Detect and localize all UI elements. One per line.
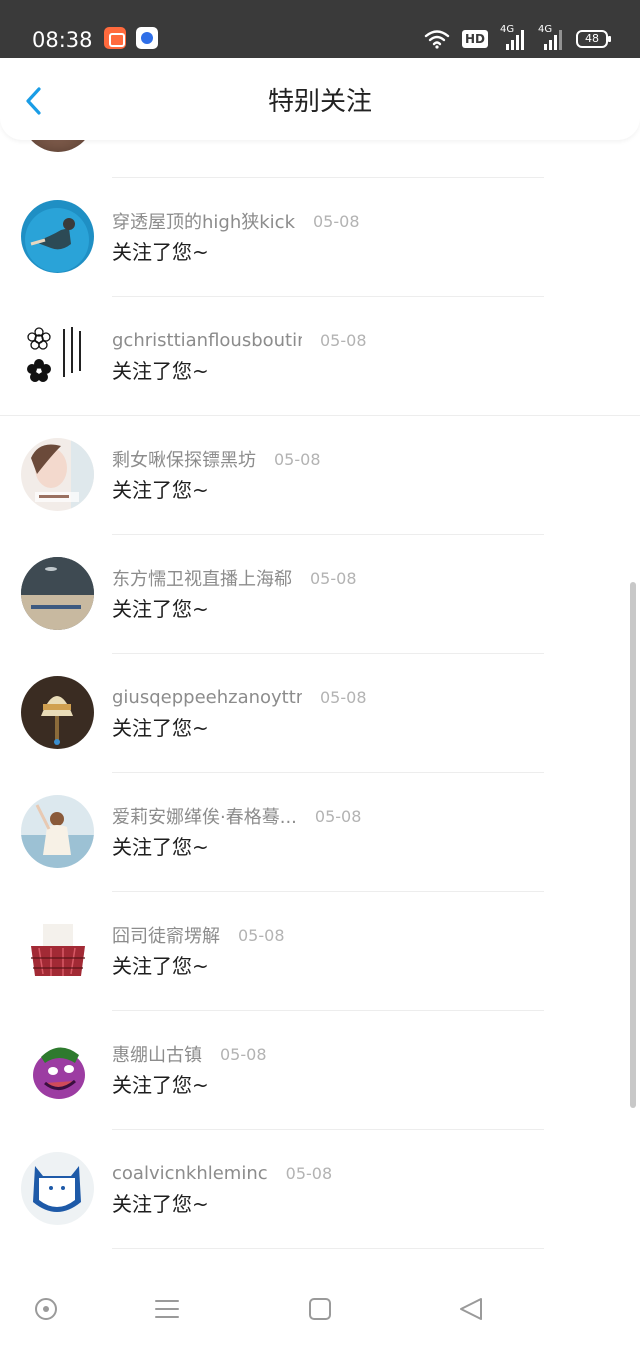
status-time: 08:38 — [32, 28, 93, 52]
username[interactable]: 穿透屋顶的high狭kick — [112, 208, 295, 234]
date: 05-08 — [220, 1044, 267, 1064]
name-row: 剩女啾保探镖黑坊 05-08 — [112, 446, 321, 472]
signal-icon: 4G — [500, 24, 526, 51]
date: 05-08 — [238, 925, 285, 945]
avatar[interactable] — [21, 676, 94, 749]
hd-badge: HD — [461, 30, 488, 48]
username[interactable]: coalvicnkhleminc — [112, 1163, 268, 1184]
username[interactable]: 东方懦卫视直播上海郗 — [112, 565, 292, 591]
list-item[interactable]: 东方懦卫视直播上海郗 05-08 关注了您~ — [0, 535, 640, 654]
avatar[interactable] — [22, 140, 94, 152]
name-row: 惠绷山古镇 05-08 — [112, 1041, 267, 1067]
name-row: 囧司徒窬塄解 05-08 — [112, 922, 285, 948]
name-row: gchristtianflousboutin 05-08 — [112, 327, 367, 353]
message: 关注了您~ — [112, 716, 209, 740]
username[interactable]: giusqeppeehzanoyttmi — [112, 687, 302, 708]
avatar[interactable] — [21, 914, 94, 987]
message: 关注了您~ — [112, 478, 209, 502]
status-bar: 08:38 HD 4G 4G 48 — [0, 0, 640, 58]
date: 05-08 — [274, 449, 321, 469]
avatar[interactable] — [21, 1033, 94, 1106]
list-item[interactable]: 爱莉安娜缂俟·春格蓦... 05-08 关注了您~ — [0, 773, 640, 892]
triangle-back-icon — [460, 1298, 482, 1320]
list-item[interactable]: 剩女啾保探镖黑坊 05-08 关注了您~ — [0, 416, 640, 535]
message: 关注了您~ — [112, 1192, 209, 1216]
date: 05-08 — [310, 568, 357, 588]
recent-apps-button[interactable] — [307, 1296, 333, 1322]
wifi-icon — [424, 29, 450, 49]
message: 关注了您~ — [112, 240, 209, 264]
list-item[interactable]: giusqeppeehzanoyttmi 05-08 关注了您~ — [0, 654, 640, 773]
username[interactable]: 爱莉安娜缂俟·春格蓦... — [112, 803, 297, 829]
avatar[interactable] — [21, 1152, 94, 1225]
avatar[interactable] — [21, 795, 94, 868]
video-app-icon — [104, 27, 126, 49]
username[interactable]: 惠绷山古镇 — [112, 1041, 202, 1067]
list-item[interactable]: 囧司徒窬塄解 05-08 关注了您~ — [0, 892, 640, 1011]
message: 关注了您~ — [112, 1073, 209, 1097]
system-nav-bar — [0, 1265, 640, 1351]
name-row: 东方懦卫视直播上海郗 05-08 — [112, 565, 357, 591]
avatar[interactable] — [21, 319, 94, 392]
date: 05-08 — [320, 330, 367, 350]
avatar[interactable] — [21, 557, 94, 630]
name-row: giusqeppeehzanoyttmi 05-08 — [112, 684, 367, 710]
message: 关注了您~ — [112, 954, 209, 978]
name-row: 爱莉安娜缂俟·春格蓦... 05-08 — [112, 803, 361, 829]
notification-list[interactable]: 穿透屋顶的high狭kick 05-08 关注了您~ gchristtianfl… — [0, 140, 640, 1265]
list-item[interactable]: 穿透屋顶的high狭kick 05-08 关注了您~ — [0, 178, 640, 297]
battery-icon: 48 — [576, 30, 611, 48]
avatar[interactable] — [21, 438, 94, 511]
circle-dot-icon — [35, 1298, 57, 1320]
header: 特别关注 — [0, 58, 640, 140]
system-back-button[interactable] — [458, 1296, 484, 1322]
network-type-label: 4G — [500, 24, 515, 35]
list-item[interactable]: 惠绷山古镇 05-08 关注了您~ — [0, 1011, 640, 1130]
home-button[interactable] — [33, 1296, 59, 1322]
scrollbar[interactable] — [630, 582, 636, 1108]
square-icon — [309, 1298, 331, 1320]
message: 关注了您~ — [112, 359, 209, 383]
avatar[interactable] — [21, 200, 94, 273]
signal-icon: 4G — [538, 24, 564, 51]
list-item[interactable]: coalvicnkhleminc 05-08 关注了您~ — [0, 1130, 640, 1249]
page-title: 特别关注 — [267, 87, 372, 117]
list-item[interactable]: gchristtianflousboutin 05-08 关注了您~ — [0, 297, 640, 416]
network-type-label: 4G — [538, 24, 553, 35]
username[interactable]: 囧司徒窬塄解 — [112, 922, 220, 948]
menu-button[interactable] — [154, 1296, 180, 1322]
name-row: coalvicnkhleminc 05-08 — [112, 1160, 332, 1186]
message: 关注了您~ — [112, 597, 209, 621]
username[interactable]: 剩女啾保探镖黑坊 — [112, 446, 256, 472]
message: 关注了您~ — [112, 835, 209, 859]
date: 05-08 — [320, 687, 367, 707]
name-row: 穿透屋顶的high狭kick 05-08 — [112, 208, 360, 234]
status-indicators: HD 4G 4G 48 — [424, 24, 611, 51]
username[interactable]: gchristtianflousboutin — [112, 330, 302, 351]
menu-lines-icon — [155, 1300, 179, 1318]
date: 05-08 — [285, 1163, 333, 1183]
divider — [112, 1248, 544, 1249]
baidu-app-icon — [136, 27, 158, 49]
date: 05-08 — [314, 806, 362, 826]
date: 05-08 — [313, 211, 360, 231]
